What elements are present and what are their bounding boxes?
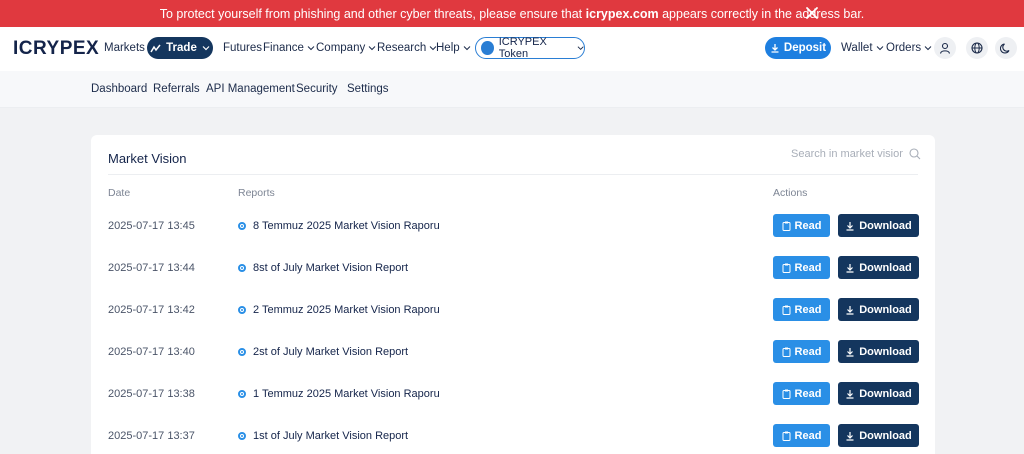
moon-icon — [1000, 43, 1010, 54]
read-button[interactable]: Read — [773, 424, 830, 447]
table-row: 2025-07-17 13:38 1 Temmuz 2025 Market Vi… — [91, 374, 935, 416]
download-icon — [846, 221, 854, 231]
bullet-icon — [238, 264, 246, 272]
theme-toggle-button[interactable] — [995, 37, 1017, 59]
download-button[interactable]: Download — [838, 256, 919, 279]
nav-markets[interactable]: Markets — [104, 42, 145, 54]
card-title: Market Vision — [108, 151, 187, 166]
download-icon — [846, 305, 854, 315]
nav-help[interactable]: Help — [436, 42, 471, 54]
chevron-down-icon — [924, 46, 932, 51]
token-icon — [481, 41, 494, 55]
nav-futures[interactable]: Futures — [223, 42, 262, 54]
read-button[interactable]: Read — [773, 256, 830, 279]
table-row: 2025-07-17 13:40 2st of July Market Visi… — [91, 332, 935, 374]
download-icon — [846, 431, 854, 441]
clipboard-icon — [782, 347, 791, 357]
download-button[interactable]: Download — [838, 298, 919, 321]
chevron-down-icon — [876, 46, 883, 51]
row-date: 2025-07-17 13:44 — [108, 262, 195, 274]
top-navigation: ICRYPEX Markets Trade Futures Finance Co… — [0, 27, 1024, 71]
globe-icon — [971, 42, 983, 54]
phishing-warning-banner: To protect yourself from phishing and ot… — [0, 0, 1024, 27]
language-button[interactable] — [966, 37, 988, 59]
row-date: 2025-07-17 13:42 — [108, 304, 195, 316]
download-icon — [846, 347, 854, 357]
chevron-down-icon — [368, 46, 376, 51]
row-report[interactable]: 2 Temmuz 2025 Market Vision Raporu — [238, 304, 440, 316]
row-date: 2025-07-17 13:37 — [108, 430, 195, 442]
icrypex-token-button[interactable]: ICRYPEX Token — [475, 36, 585, 60]
bullet-icon — [238, 432, 246, 440]
download-button[interactable]: Download — [838, 424, 919, 447]
bullet-icon — [238, 222, 246, 230]
banner-domain: icrypex.com — [585, 6, 659, 21]
table-row: 2025-07-17 13:42 2 Temmuz 2025 Market Vi… — [91, 290, 935, 332]
row-date: 2025-07-17 13:38 — [108, 388, 195, 400]
row-report[interactable]: 8st of July Market Vision Report — [238, 262, 408, 274]
user-icon — [939, 42, 951, 54]
market-vision-card: Market Vision Date Reports Actions 2025-… — [91, 135, 935, 454]
subnav-settings[interactable]: Settings — [347, 83, 389, 95]
row-date: 2025-07-17 13:40 — [108, 346, 195, 358]
nav-research[interactable]: Research — [377, 42, 437, 54]
read-button[interactable]: Read — [773, 298, 830, 321]
table-row: 2025-07-17 13:45 8 Temmuz 2025 Market Vi… — [91, 206, 935, 248]
user-button[interactable] — [934, 37, 956, 59]
trade-icon — [150, 44, 161, 52]
download-icon — [846, 263, 854, 273]
read-button[interactable]: Read — [773, 214, 830, 237]
row-date: 2025-07-17 13:45 — [108, 220, 195, 232]
search-icon[interactable] — [909, 148, 921, 160]
clipboard-icon — [782, 389, 791, 399]
nav-trade-button[interactable]: Trade — [147, 37, 213, 59]
nav-finance[interactable]: Finance — [263, 42, 315, 54]
clipboard-icon — [782, 305, 791, 315]
clipboard-icon — [782, 263, 791, 273]
subnav-referrals[interactable]: Referrals — [153, 83, 200, 95]
bullet-icon — [238, 390, 246, 398]
account-subnav: Dashboard Referrals API Management Secur… — [0, 71, 1024, 108]
column-header-actions: Actions — [773, 187, 808, 199]
subnav-api-management[interactable]: API Management — [206, 83, 295, 95]
nav-wallet[interactable]: Wallet — [841, 42, 884, 54]
chevron-down-icon — [202, 46, 210, 51]
row-report[interactable]: 1st of July Market Vision Report — [238, 430, 408, 442]
chevron-down-icon — [577, 46, 584, 51]
column-header-reports: Reports — [238, 187, 275, 199]
read-button[interactable]: Read — [773, 382, 830, 405]
download-icon — [771, 44, 779, 53]
clipboard-icon — [782, 221, 791, 231]
table-row: 2025-07-17 13:37 1st of July Market Visi… — [91, 416, 935, 454]
chevron-down-icon — [463, 46, 471, 51]
subnav-security[interactable]: Security — [296, 83, 338, 95]
column-header-date: Date — [108, 187, 131, 199]
read-button[interactable]: Read — [773, 340, 830, 363]
clipboard-icon — [782, 431, 791, 441]
download-button[interactable]: Download — [838, 382, 919, 405]
close-icon[interactable] — [805, 6, 819, 20]
logo[interactable]: ICRYPEX — [13, 38, 99, 60]
subnav-dashboard[interactable]: Dashboard — [91, 83, 147, 95]
download-button[interactable]: Download — [838, 214, 919, 237]
banner-text: To protect yourself from phishing and ot… — [159, 6, 865, 21]
search-box — [791, 148, 921, 160]
download-icon — [846, 389, 854, 399]
table-row: 2025-07-17 13:44 8st of July Market Visi… — [91, 248, 935, 290]
chevron-down-icon — [307, 46, 315, 51]
search-input[interactable] — [791, 148, 903, 160]
row-report[interactable]: 1 Temmuz 2025 Market Vision Raporu — [238, 388, 440, 400]
download-button[interactable]: Download — [838, 340, 919, 363]
nav-company[interactable]: Company — [316, 42, 376, 54]
bullet-icon — [238, 306, 246, 314]
deposit-button[interactable]: Deposit — [765, 37, 831, 59]
row-report[interactable]: 8 Temmuz 2025 Market Vision Raporu — [238, 220, 440, 232]
divider — [108, 174, 918, 175]
bullet-icon — [238, 348, 246, 356]
row-report[interactable]: 2st of July Market Vision Report — [238, 346, 408, 358]
nav-orders[interactable]: Orders — [886, 42, 932, 54]
